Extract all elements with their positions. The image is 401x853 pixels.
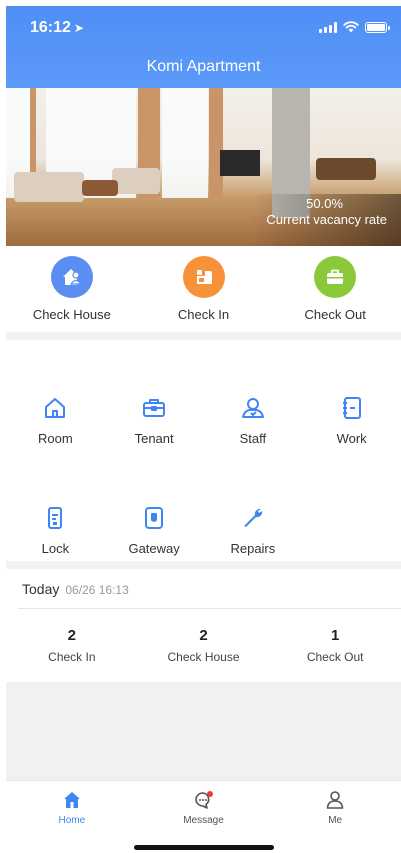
gateway-label: Gateway xyxy=(128,541,180,556)
hero-image: 50.0% Current vacancy rate xyxy=(6,88,401,246)
stat-label: Check In xyxy=(48,650,96,664)
briefcase-icon xyxy=(314,256,357,298)
stat-value: 1 xyxy=(331,627,340,644)
today-header: Today 06/26 16:13 xyxy=(22,581,129,597)
check-out-button[interactable]: Check Out xyxy=(269,246,401,332)
today-title: Today xyxy=(22,581,60,597)
gateway-button[interactable]: Gateway xyxy=(105,505,204,556)
stat-value: 2 xyxy=(199,627,208,644)
tab-home-label: Home xyxy=(58,815,86,826)
work-button[interactable]: Work xyxy=(302,395,401,446)
content-background xyxy=(6,682,401,780)
check-house-button[interactable]: Check House xyxy=(6,246,138,332)
wifi-icon xyxy=(343,21,359,33)
location-arrow-icon: ➤ xyxy=(73,21,84,35)
work-label: Work xyxy=(336,431,367,446)
feature-grid-row-1: Room Tenant Staff Work xyxy=(6,395,401,446)
vacancy-rate-value: 50.0% xyxy=(306,196,343,211)
repairs-label: Repairs xyxy=(230,541,276,556)
message-icon xyxy=(194,791,213,809)
today-datetime: 06/26 16:13 xyxy=(65,583,129,597)
staff-button[interactable]: Staff xyxy=(204,395,303,446)
tenant-icon xyxy=(141,395,167,421)
check-in-label: Check In xyxy=(177,307,230,322)
quick-actions: Check House Check In Check Out xyxy=(6,246,401,332)
wrench-icon xyxy=(240,505,266,531)
tab-message[interactable]: Message xyxy=(138,781,270,832)
lock-icon xyxy=(42,505,68,531)
stat-label: Check Out xyxy=(306,650,364,664)
stat-value: 2 xyxy=(67,627,76,644)
bed-icon xyxy=(182,256,225,298)
check-in-button[interactable]: Check In xyxy=(138,246,270,332)
app-header: 16:12 ➤ Komi Apartment xyxy=(6,6,401,88)
house-person-icon xyxy=(50,256,93,298)
lock-button[interactable]: Lock xyxy=(6,505,105,556)
status-icons xyxy=(319,21,390,33)
tenant-button[interactable]: Tenant xyxy=(105,395,204,446)
room-button[interactable]: Room xyxy=(6,395,105,446)
room-label: Room xyxy=(38,431,73,446)
home-icon xyxy=(63,792,80,808)
feature-grid-row-2: Lock Gateway Repairs xyxy=(6,505,401,556)
vacancy-rate-label: Current vacancy rate xyxy=(266,212,387,227)
stat-check-in[interactable]: 2 Check In xyxy=(6,627,138,664)
battery-icon xyxy=(365,21,390,33)
section-divider xyxy=(6,332,401,340)
tab-me[interactable]: Me xyxy=(269,781,401,832)
today-stats: 2 Check In 2 Check House 1 Check Out xyxy=(6,627,401,664)
tab-me-label: Me xyxy=(328,815,343,826)
cellular-signal-icon xyxy=(319,21,337,33)
clock-text: 16:12 xyxy=(30,19,71,36)
status-bar: 16:12 ➤ xyxy=(6,6,401,46)
tenant-label: Tenant xyxy=(134,431,174,446)
staff-label: Staff xyxy=(239,431,267,446)
divider xyxy=(18,608,401,609)
check-out-label: Check Out xyxy=(304,307,366,322)
page-title: Komi Apartment xyxy=(146,58,261,75)
stat-check-out[interactable]: 1 Check Out xyxy=(269,627,401,664)
work-icon xyxy=(339,395,365,421)
repairs-button[interactable]: Repairs xyxy=(204,505,303,556)
gateway-icon xyxy=(141,505,167,531)
person-icon xyxy=(326,791,344,809)
check-house-label: Check House xyxy=(32,307,111,322)
lock-label: Lock xyxy=(41,541,70,556)
room-icon xyxy=(42,395,68,421)
stat-check-house[interactable]: 2 Check House xyxy=(138,627,270,664)
staff-icon xyxy=(240,395,266,421)
home-indicator xyxy=(134,845,274,850)
tab-bar: Home Message Me xyxy=(6,780,401,832)
tab-message-label: Message xyxy=(183,815,224,826)
section-divider xyxy=(6,561,401,569)
status-time: 16:12 ➤ xyxy=(30,19,84,37)
stat-label: Check House xyxy=(167,650,240,664)
tab-home[interactable]: Home xyxy=(6,781,138,832)
